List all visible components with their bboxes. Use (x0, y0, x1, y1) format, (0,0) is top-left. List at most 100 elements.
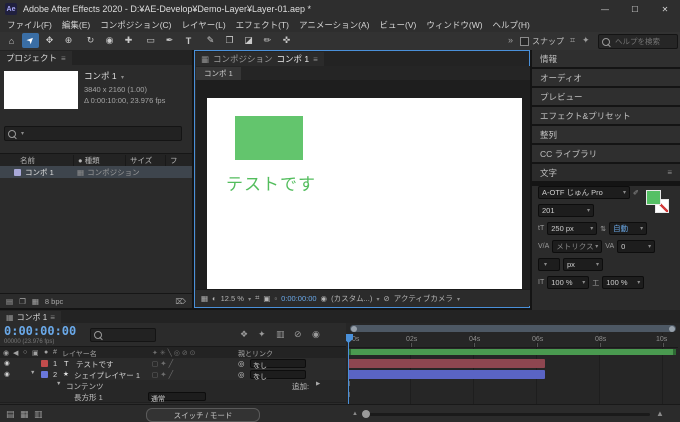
maximize-button[interactable]: ☐ (620, 0, 650, 18)
mask-visibility-icon[interactable]: ▣ (263, 294, 270, 303)
vertical-scale-select[interactable]: 100 %▾ (547, 276, 589, 289)
panel-preview[interactable]: プレビュー (532, 88, 680, 105)
type-tool-icon[interactable]: T (180, 33, 197, 48)
panel-effects-presets[interactable]: エフェクト&プリセット (532, 107, 680, 124)
work-area-bar[interactable] (348, 349, 676, 355)
time-ruler[interactable]: 0s 02s 04s 06s 08s 10s (348, 334, 678, 348)
timeline-tab-comp1[interactable]: ▦ コンポ 1 ≡ (0, 311, 61, 323)
col-type[interactable]: ● 種類 (74, 155, 126, 166)
color-depth-button[interactable]: 8 bpc (45, 297, 63, 306)
pan-behind-tool-icon[interactable]: ✚ (120, 33, 137, 48)
layer-duration-bar-shape[interactable] (348, 370, 545, 379)
snapshot-icon[interactable]: ▦ (201, 294, 208, 303)
hand-tool-icon[interactable]: ✥ (41, 33, 58, 48)
expander-icon[interactable]: ▼ (30, 370, 35, 376)
motion-blur-icon[interactable]: ◉ (312, 329, 320, 340)
eye-icon[interactable]: ◉ (4, 359, 10, 367)
font-style-select[interactable]: 201▾ (538, 204, 594, 217)
align-snap-icon[interactable]: ⌗ (570, 35, 575, 46)
help-search[interactable] (598, 34, 678, 49)
stamp-tool-icon[interactable]: ❐ (221, 33, 238, 48)
zoom-in-mountain-icon[interactable]: ▲ (656, 409, 664, 418)
brush-tool-icon[interactable]: ✎ (202, 33, 219, 48)
leading-select[interactable]: 自動▾ (609, 222, 647, 235)
navigator-handle-right[interactable] (669, 326, 675, 332)
shape-rectangle[interactable] (235, 116, 303, 160)
transparency-grid-icon[interactable]: ⊘ (383, 294, 389, 303)
tab-composition[interactable]: ▦ コンポジション コンポ 1 ≡ (195, 52, 324, 66)
timeline-zoom-handle[interactable] (362, 410, 370, 418)
layer-duration-bar-text[interactable] (348, 359, 545, 368)
help-search-input[interactable] (613, 36, 677, 47)
tab-project[interactable]: プロジェクト ≡ (0, 51, 72, 65)
label-chip[interactable] (14, 169, 21, 176)
fill-color-swatch[interactable] (646, 190, 661, 205)
panel-align[interactable]: 整列 (532, 126, 680, 143)
font-size-select[interactable]: 250 px▾ (547, 222, 597, 235)
menu-animation[interactable]: アニメーション(A) (294, 19, 375, 31)
project-search-field[interactable]: ▾ (4, 126, 182, 141)
lock-column-icon[interactable]: ▣ (32, 349, 39, 357)
minimize-button[interactable]: — (590, 0, 620, 18)
eraser-tool-icon[interactable]: ◪ (240, 33, 257, 48)
panel-audio[interactable]: オーディオ (532, 69, 680, 86)
eye-icon[interactable]: ◉ (4, 370, 10, 378)
menu-layer[interactable]: レイヤー(L) (177, 19, 231, 31)
panel-menu-icon[interactable]: ≡ (667, 168, 672, 177)
pickwhip-icon[interactable]: ◎ (238, 359, 245, 368)
stroke-unit-select[interactable]: px▾ (563, 258, 603, 271)
layer-switches[interactable]: ◻ ✦ ╱ (152, 359, 173, 368)
comp-mini-flowchart-icon[interactable]: ❖ (240, 329, 248, 340)
menu-view[interactable]: ビュー(V) (375, 19, 422, 31)
expand-layer-switches-icon[interactable]: ▤ (6, 409, 15, 420)
expand-transfer-controls-icon[interactable]: ▦ (20, 409, 29, 420)
parent-select[interactable]: なし▾ (250, 370, 306, 379)
stroke-style-select[interactable]: ▾ (538, 258, 560, 271)
frame-blend-icon[interactable]: ⊘ (294, 329, 302, 340)
panel-menu-icon[interactable]: ≡ (61, 54, 66, 63)
panel-cc-libraries[interactable]: CC ライブラリ (532, 145, 680, 162)
switch-mode-button[interactable]: スイッチ / モード (146, 408, 260, 422)
panel-menu-icon[interactable]: ≡ (313, 55, 318, 64)
pen-tool-icon[interactable]: ✒ (161, 33, 178, 48)
camera-tool-icon[interactable]: ◉ (101, 33, 118, 48)
viewer-tab-comp1[interactable]: コンポ 1 (196, 67, 241, 80)
home-icon[interactable]: ⌂ (3, 33, 20, 48)
eye-column-icon[interactable]: ◉ (3, 349, 9, 357)
show-channels-icon[interactable]: ◐ (212, 294, 217, 303)
hide-shy-icon[interactable]: ▥ (276, 329, 285, 340)
col-name[interactable]: 名前 (0, 155, 74, 166)
label-chip[interactable] (41, 371, 48, 378)
switches-column-icons[interactable]: ✦ ✳ ╲ ◎ ⊘ ⊙ (152, 349, 196, 357)
selection-tool-icon[interactable]: ➤ (22, 33, 39, 48)
font-family-select[interactable]: A-OTF じゅん Pro▾ (538, 186, 630, 199)
tracking-select[interactable]: 0▾ (617, 240, 655, 253)
zoom-tool-icon[interactable]: ⊕ (60, 33, 77, 48)
project-search-caret-icon[interactable]: ▾ (21, 130, 24, 137)
menu-effect[interactable]: エフェクト(T) (231, 19, 294, 31)
pickwhip-icon[interactable]: ◎ (238, 370, 245, 379)
eyedropper-icon[interactable]: ✐ (633, 189, 639, 197)
interpret-footage-icon[interactable]: ▤ (6, 297, 13, 306)
comp-thumbnail[interactable] (4, 71, 78, 109)
col-extra[interactable]: フ (166, 155, 178, 166)
menu-file[interactable]: ファイル(F) (2, 19, 57, 31)
timeline-search-field[interactable] (90, 328, 156, 342)
audio-column-icon[interactable]: ◀ (13, 349, 18, 357)
orbit-tool-icon[interactable]: ↻ (82, 33, 99, 48)
new-folder-icon[interactable]: ❐ (19, 297, 26, 306)
resolution-control[interactable]: (カスタム...) ▾ (331, 293, 379, 304)
number-column-header[interactable]: # (53, 349, 57, 356)
flag-caret-icon[interactable]: ▾ (121, 75, 124, 81)
panel-character[interactable]: 文字 ≡ (532, 164, 680, 181)
close-button[interactable]: ✕ (650, 0, 680, 18)
timeline-timecode[interactable]: 0:00:00:00 (4, 324, 76, 338)
mask-snap-icon[interactable]: ✦ (582, 35, 590, 46)
comp-viewer[interactable]: テストです (196, 80, 530, 291)
camera-view-control[interactable]: アクティブカメラ ▾ (394, 293, 460, 304)
panel-menu-icon[interactable]: ≡ (50, 313, 55, 322)
horizontal-scale-select[interactable]: 100 %▾ (602, 276, 644, 289)
snapshot-camera-icon[interactable]: ◉ (321, 294, 328, 303)
expand-inout-controls-icon[interactable]: ▥ (34, 409, 43, 420)
timeline-zoom-slider[interactable] (366, 413, 650, 416)
